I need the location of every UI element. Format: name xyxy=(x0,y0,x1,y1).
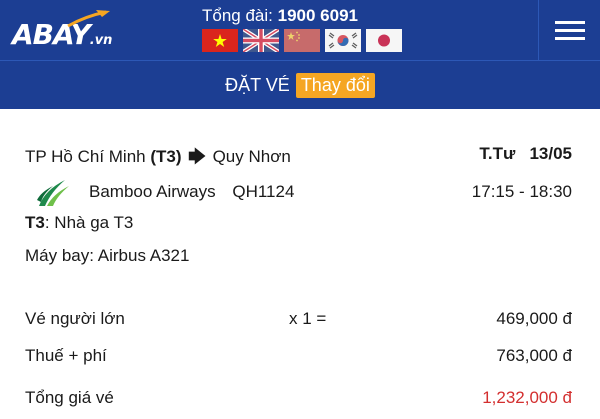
language-flags xyxy=(202,29,402,52)
flight-day: 13/05 xyxy=(529,144,572,163)
abay-logo[interactable]: ABAY.vn xyxy=(12,8,112,52)
aircraft-text: Máy bay: Airbus A321 xyxy=(25,246,190,265)
tax-fee-label: Thuế + phí xyxy=(25,346,107,365)
terminal-code: (T3) xyxy=(150,147,182,166)
flight-time: 17:15 - 18:30 xyxy=(471,182,572,201)
airline-name: Bamboo Airways xyxy=(89,182,216,201)
route-row: TP Hồ Chí Minh (T3) 🡆 Quy Nhơn T.Tư 13/0… xyxy=(25,144,572,173)
menu-line xyxy=(554,36,585,40)
booking-bar: ĐẶT VÉ Thay đổi xyxy=(0,60,600,109)
logo-suffix: .vn xyxy=(89,33,113,48)
flight-weekday: T.Tư xyxy=(479,144,516,163)
origin-city: TP Hồ Chí Minh xyxy=(25,147,146,166)
total-label: Tổng giá vé xyxy=(25,388,114,407)
adult-quantity: x 1 = xyxy=(289,309,327,328)
airline-info: Bamboo Airways QH1124 xyxy=(89,182,294,202)
japan-flag-icon[interactable] xyxy=(366,29,402,52)
hamburger-menu-icon[interactable] xyxy=(538,0,600,60)
site-header: ABAY.vn Tổng đài: 1900 6091 xyxy=(0,0,600,60)
booking-title: ĐẶT VÉ xyxy=(225,74,290,95)
tax-fee-amount: 763,000 đ xyxy=(496,346,572,365)
flight-number: QH1124 xyxy=(232,182,295,201)
change-button[interactable]: Thay đổi xyxy=(295,72,375,98)
flight-date: T.Tư 13/05 xyxy=(479,144,572,164)
hotline-number[interactable]: 1900 6091 xyxy=(278,6,358,25)
plane-icon xyxy=(67,10,110,28)
korea-flag-icon[interactable] xyxy=(325,29,361,52)
menu-line xyxy=(554,28,585,32)
total-amount: 1,232,000 đ xyxy=(482,388,572,407)
hotline: Tổng đài: 1900 6091 xyxy=(202,6,358,26)
adult-fare-amount: 469,000 đ xyxy=(496,309,572,328)
china-flag-icon[interactable] xyxy=(284,29,320,52)
aircraft-row: Máy bay: Airbus A321 xyxy=(25,246,572,266)
total-row: Tổng giá vé 1,232,000 đ xyxy=(25,388,572,408)
flight-summary: TP Hồ Chí Minh (T3) 🡆 Quy Nhơn T.Tư 13/0… xyxy=(0,109,600,419)
menu-line xyxy=(554,20,585,24)
terminal-row: T3: Nhà ga T3 xyxy=(25,213,572,233)
terminal-text: : Nhà ga T3 xyxy=(44,213,134,232)
tax-fee-row: Thuế + phí 763,000 đ xyxy=(25,346,572,366)
bamboo-airways-logo-icon xyxy=(37,180,69,206)
destination-city: Quy Nhơn xyxy=(212,147,291,166)
airline-row: Bamboo Airways QH1124 17:15 - 18:30 xyxy=(25,180,572,206)
vietnam-flag-icon[interactable] xyxy=(202,29,238,52)
adult-fare-row: Vé người lớn x 1 = 469,000 đ xyxy=(25,309,572,329)
arrow-right-icon: 🡆 xyxy=(188,147,206,166)
uk-flag-icon[interactable] xyxy=(243,29,279,52)
terminal-label: T3 xyxy=(25,213,45,232)
hotline-label: Tổng đài: xyxy=(202,6,273,25)
adult-fare-label: Vé người lớn xyxy=(25,309,125,328)
